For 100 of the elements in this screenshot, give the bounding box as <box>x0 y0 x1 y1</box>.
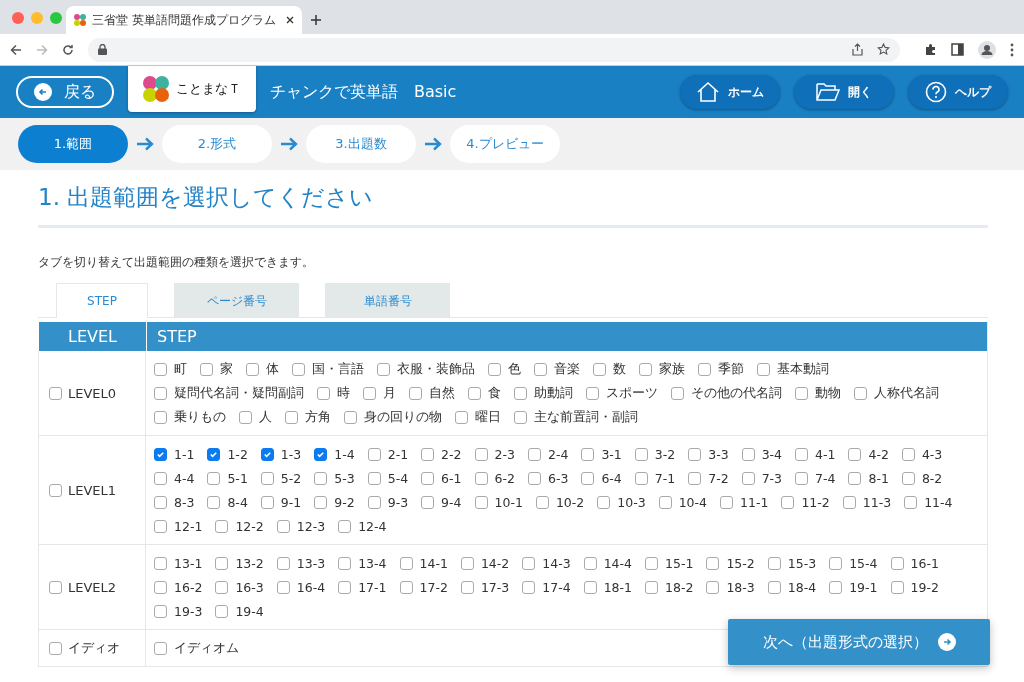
checkbox[interactable] <box>317 386 330 400</box>
checkbox[interactable] <box>842 495 856 509</box>
checkbox[interactable] <box>741 471 755 485</box>
checkbox[interactable] <box>829 580 843 594</box>
checkbox[interactable] <box>688 447 702 461</box>
checkbox[interactable] <box>645 556 658 570</box>
checkbox[interactable] <box>829 556 843 570</box>
checkbox[interactable] <box>706 556 720 570</box>
help-button[interactable]: ヘルプ <box>908 75 1008 109</box>
browser-tab[interactable]: 三省堂 英単語問題作成プログラム <box>66 6 302 34</box>
checkbox[interactable] <box>367 447 381 461</box>
checkbox[interactable] <box>455 410 468 424</box>
checkbox[interactable] <box>154 641 167 655</box>
checkbox[interactable] <box>848 447 862 461</box>
checkbox[interactable] <box>49 483 62 497</box>
checkbox[interactable] <box>276 580 290 594</box>
checkbox[interactable] <box>639 362 652 376</box>
checkbox[interactable] <box>583 556 597 570</box>
checkbox[interactable] <box>276 519 290 533</box>
checkbox[interactable] <box>658 495 672 509</box>
checkbox[interactable] <box>154 495 167 509</box>
checkbox[interactable] <box>634 471 648 485</box>
checkbox[interactable] <box>49 386 62 400</box>
close-icon[interactable] <box>286 16 294 24</box>
checkbox[interactable] <box>514 410 527 424</box>
checkbox[interactable] <box>468 386 481 400</box>
checkbox[interactable] <box>581 447 595 461</box>
checkbox[interactable] <box>593 362 606 376</box>
checkbox[interactable] <box>260 447 274 461</box>
checkbox[interactable] <box>207 447 221 461</box>
checkbox[interactable] <box>260 471 274 485</box>
checkbox[interactable] <box>514 386 527 400</box>
checkbox[interactable] <box>338 580 352 594</box>
checkbox[interactable] <box>474 447 488 461</box>
checkbox[interactable] <box>377 362 390 376</box>
checkbox[interactable] <box>314 471 328 485</box>
checkbox[interactable] <box>154 604 167 618</box>
checkbox[interactable] <box>246 362 259 376</box>
checkbox[interactable] <box>706 580 720 594</box>
range-tab[interactable]: STEP <box>56 283 148 318</box>
window-close-button[interactable] <box>12 12 24 24</box>
checkbox[interactable] <box>460 556 474 570</box>
checkbox[interactable] <box>720 495 734 509</box>
checkbox[interactable] <box>154 410 167 424</box>
checkbox[interactable] <box>49 641 62 655</box>
window-minimize-button[interactable] <box>31 12 43 24</box>
new-tab-icon[interactable] <box>310 14 322 26</box>
checkbox[interactable] <box>460 580 474 594</box>
checkbox[interactable] <box>200 362 213 376</box>
checkbox[interactable] <box>215 604 229 618</box>
progress-step[interactable]: 3.出題数 <box>306 125 416 163</box>
checkbox[interactable] <box>741 447 755 461</box>
checkbox[interactable] <box>488 362 501 376</box>
checkbox[interactable] <box>522 556 536 570</box>
checkbox[interactable] <box>239 410 252 424</box>
checkbox[interactable] <box>688 471 702 485</box>
forward-arrow-icon[interactable] <box>36 43 48 56</box>
checkbox[interactable] <box>586 386 599 400</box>
progress-step[interactable]: 2.形式 <box>162 125 272 163</box>
progress-step[interactable]: 1.範囲 <box>18 125 128 163</box>
checkbox[interactable] <box>767 556 781 570</box>
checkbox[interactable] <box>854 386 867 400</box>
checkbox[interactable] <box>421 447 435 461</box>
checkbox[interactable] <box>645 580 658 594</box>
next-button[interactable]: 次へ（出題形式の選択） <box>728 619 990 665</box>
checkbox[interactable] <box>671 386 684 400</box>
checkbox[interactable] <box>363 386 376 400</box>
checkbox[interactable] <box>581 471 595 485</box>
checkbox[interactable] <box>421 495 435 509</box>
checkbox[interactable] <box>292 362 305 376</box>
checkbox[interactable] <box>154 580 167 594</box>
checkbox[interactable] <box>154 447 167 461</box>
checkbox[interactable] <box>522 580 536 594</box>
checkbox[interactable] <box>215 519 229 533</box>
checkbox[interactable] <box>795 471 809 485</box>
checkbox[interactable] <box>583 580 597 594</box>
open-button[interactable]: 開く <box>794 75 894 109</box>
checkbox[interactable] <box>767 580 781 594</box>
checkbox[interactable] <box>474 495 488 509</box>
checkbox[interactable] <box>260 495 274 509</box>
checkbox[interactable] <box>474 471 488 485</box>
checkbox[interactable] <box>338 519 352 533</box>
checkbox[interactable] <box>904 495 918 509</box>
checkbox[interactable] <box>49 580 62 594</box>
checkbox[interactable] <box>215 580 229 594</box>
checkbox[interactable] <box>698 362 711 376</box>
checkbox[interactable] <box>215 556 229 570</box>
checkbox[interactable] <box>367 471 381 485</box>
range-tab[interactable]: ページ番号 <box>174 283 299 318</box>
checkbox[interactable] <box>795 386 808 400</box>
checkbox[interactable] <box>314 495 328 509</box>
checkbox[interactable] <box>597 495 611 509</box>
checkbox[interactable] <box>527 471 541 485</box>
checkbox[interactable] <box>534 362 547 376</box>
checkbox[interactable] <box>154 471 167 485</box>
checkbox[interactable] <box>901 447 915 461</box>
checkbox[interactable] <box>344 410 357 424</box>
checkbox[interactable] <box>154 386 167 400</box>
checkbox[interactable] <box>757 362 770 376</box>
checkbox[interactable] <box>890 556 904 570</box>
